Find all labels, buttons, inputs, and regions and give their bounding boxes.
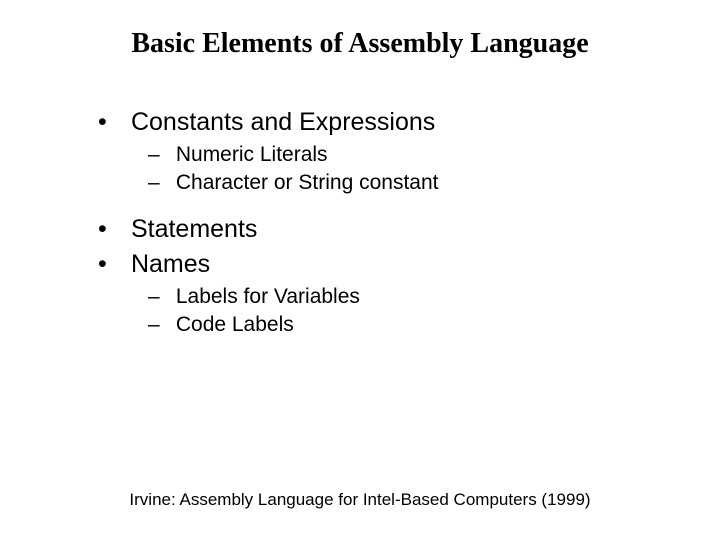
- sub-bullet-text: Character or String constant: [176, 171, 439, 194]
- sub-bullets-names: Labels for Variables Code Labels: [100, 285, 720, 337]
- sub-bullets-constants: Numeric Literals Character or String con…: [100, 143, 720, 195]
- sub-bullet-text: Numeric Literals: [176, 143, 328, 166]
- sub-bullet-numeric: Numeric Literals: [148, 143, 720, 167]
- bullet-text: Statements: [131, 215, 257, 243]
- sub-bullet-text: Code Labels: [176, 313, 294, 336]
- bullet-text: Constants and Expressions: [131, 108, 435, 136]
- slide-container: Basic Elements of Assembly Language Cons…: [0, 0, 720, 540]
- bullet-names: Names: [100, 250, 720, 279]
- bullet-constants: Constants and Expressions: [100, 108, 720, 137]
- slide-title: Basic Elements of Assembly Language: [0, 28, 720, 60]
- bullet-statements: Statements: [100, 215, 720, 244]
- sub-bullet-labels-variables: Labels for Variables: [148, 285, 720, 309]
- bullet-text: Names: [131, 250, 210, 278]
- slide-footer: Irvine: Assembly Language for Intel-Base…: [0, 490, 720, 510]
- slide-content: Constants and Expressions Numeric Litera…: [0, 108, 720, 337]
- sub-bullet-text: Labels for Variables: [176, 285, 360, 308]
- sub-bullet-code-labels: Code Labels: [148, 313, 720, 337]
- sub-bullet-char-string: Character or String constant: [148, 171, 720, 195]
